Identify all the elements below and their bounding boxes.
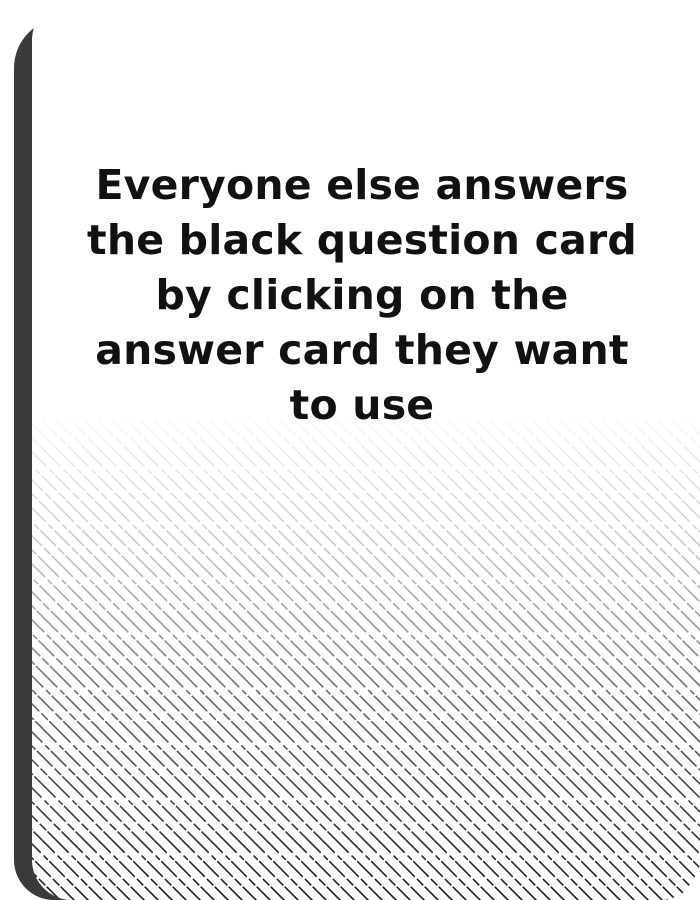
hatch-line <box>32 730 202 900</box>
hatch-line <box>671 419 700 450</box>
hatch-pattern <box>32 419 700 900</box>
hatch-line <box>32 450 482 900</box>
hatch-line <box>32 422 510 900</box>
hatch-line <box>32 870 62 900</box>
hatch-line <box>32 506 426 900</box>
hatch-line <box>153 419 636 900</box>
hatch-line <box>32 618 314 900</box>
hatch-line <box>601 419 700 520</box>
hatch-line <box>111 419 594 900</box>
hatch-line <box>32 898 34 900</box>
hatch-line <box>293 419 700 828</box>
hatch-line <box>545 419 700 576</box>
hatch-line <box>517 419 700 604</box>
hatch-line <box>32 420 44 900</box>
hatch-line <box>447 419 700 674</box>
hatch-line <box>489 419 700 632</box>
hatch-line <box>181 419 664 900</box>
hatch-line <box>573 419 700 548</box>
hatch-line <box>55 419 538 900</box>
hatch-line <box>209 419 692 900</box>
instruction-card: Everyone else answers the black question… <box>32 0 700 900</box>
hatch-line <box>349 419 700 772</box>
hatch-line <box>559 419 700 562</box>
hatch-line <box>32 786 146 900</box>
hatch-line <box>363 419 700 758</box>
hatch-line <box>195 419 678 900</box>
hatch-line <box>419 419 700 702</box>
hatch-line <box>237 419 700 884</box>
hatch-line <box>32 646 286 900</box>
hatch-line <box>97 419 580 900</box>
hatch-line <box>321 419 700 800</box>
hatch-line <box>629 419 700 492</box>
hatch-line <box>125 419 608 900</box>
hatch-line <box>279 419 700 842</box>
hatch-line <box>391 419 700 730</box>
hatch-line <box>32 814 118 900</box>
hatch-line <box>643 419 700 478</box>
hatch-line <box>83 419 566 900</box>
hatch-line <box>657 419 700 464</box>
hatch-line <box>377 419 700 744</box>
hatch-line <box>69 419 552 900</box>
hatch-line <box>32 702 230 900</box>
instruction-text: Everyone else answers the black question… <box>87 161 637 429</box>
hatch-line <box>265 419 700 856</box>
hatch-line <box>461 419 700 660</box>
hatch-line <box>32 590 342 900</box>
hatch-line <box>41 419 524 900</box>
hatch-line <box>32 534 398 900</box>
hatch-line <box>139 419 622 900</box>
hatch-line <box>475 419 700 646</box>
hatch-line <box>167 419 650 900</box>
